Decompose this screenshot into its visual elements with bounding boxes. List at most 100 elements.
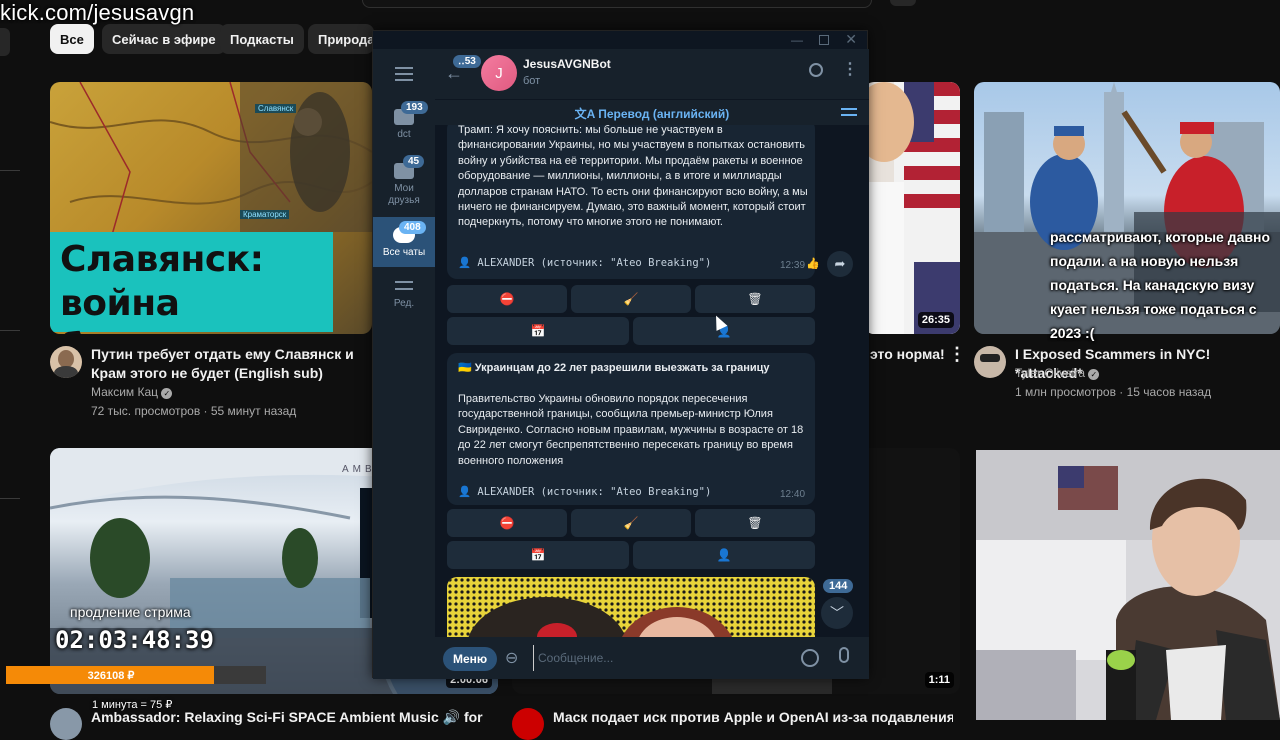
back-unread-badge: ‥53 (453, 55, 481, 68)
chat-avatar[interactable]: J (481, 55, 517, 91)
message-time-1: 12:39 (780, 260, 806, 271)
folder-sidebar: 193 dct 45 Мои друзья 408 Все чаты Ред. (373, 49, 435, 679)
inline-button-calendar[interactable]: 📅 (447, 541, 629, 569)
search-bar[interactable] (362, 0, 872, 8)
video-title-5[interactable]: Маск подает иск против Apple и OpenAI из… (553, 708, 953, 727)
kick-url-overlay: kick.com/jesusavgn (0, 0, 195, 25)
folder-all-chats[interactable]: 408 Все чаты (373, 217, 435, 267)
video-thumbnail-2[interactable]: 26:35 (864, 82, 960, 334)
message-text-2: Правительство Украины обновило порядок п… (458, 393, 804, 467)
message-bubble-1[interactable]: Трамп: Я хочу пояснить: мы больше не уча… (447, 125, 820, 279)
reaction-icon[interactable]: 👍 (806, 257, 820, 270)
minimize-icon[interactable]: — (791, 33, 803, 47)
inline-button-user[interactable]: 👤 (633, 541, 815, 569)
verified-icon: ✓ (161, 388, 173, 399)
chat-header: ← ‥53 J JesusAVGNBot бот ⋮ (435, 49, 869, 99)
bot-menu-button[interactable]: Меню (443, 647, 498, 671)
telegram-window: — ✕ 193 dct 45 Мои друзья 408 Все чаты Р… (372, 30, 869, 679)
video-title-1[interactable]: Путин требует отдать ему Славянск и Крам… (91, 345, 373, 383)
timer-label: продление стрима (70, 604, 191, 620)
chip-podcasts[interactable]: Подкасты (220, 24, 304, 54)
donation-total: 326108 ₽ (87, 669, 135, 682)
window-titlebar: — ✕ (373, 31, 867, 49)
folder-my-friends[interactable]: 45 Мои друзья (373, 155, 435, 213)
folder-badge: 45 (403, 155, 425, 168)
inline-button-delete[interactable]: 🗑 (695, 285, 815, 313)
translation-settings-icon[interactable] (841, 108, 857, 116)
flag-illustration (864, 82, 960, 334)
translate-icon: 文A (574, 107, 599, 121)
message-signature-2: 👤 ALEXANDER (источник: "Ateo Breaking") (458, 486, 712, 498)
video-title-2[interactable]: это норма! (870, 345, 945, 364)
folder-dct[interactable]: 193 dct (373, 101, 435, 151)
thumbnail-headline: Славянск: война близко (60, 239, 264, 334)
map-label-slavyansk: Славянск (255, 104, 297, 113)
message-input[interactable]: Сообщение... (533, 645, 793, 671)
stream-subtitles: рассматривают, которые давно подали. а н… (1050, 229, 1271, 341)
video-meta-3: 1 млн просмотров · 15 часов назад (1015, 385, 1212, 399)
webcam-feed (976, 450, 1280, 720)
edit-sliders-icon (395, 281, 413, 290)
channel-avatar-4[interactable] (50, 708, 82, 740)
forward-icon[interactable]: ➦ (827, 251, 853, 277)
video-duration-2: 26:35 (917, 312, 954, 328)
rail-divider (0, 498, 20, 499)
channel-avatar-tyler[interactable] (974, 346, 1006, 378)
chat-name[interactable]: JesusAVGNBot (523, 57, 611, 71)
donation-rate: 1 минута = 75 ₽ (92, 699, 173, 711)
folder-edit[interactable]: Ред. (373, 275, 435, 321)
channel-avatar-max-katz[interactable] (50, 346, 82, 378)
folder-label: Мои друзья (388, 183, 420, 206)
inline-button-clean[interactable]: 🧹 (571, 509, 691, 537)
attach-icon[interactable]: ⊘ (500, 646, 524, 670)
emoji-icon[interactable] (801, 649, 819, 667)
channel-name-text[interactable]: Максим Кац (91, 385, 158, 399)
image-content (447, 577, 815, 637)
inline-button-block[interactable]: ⛔ (447, 509, 567, 537)
message-input-bar: Меню ⊘ Сообщение... (435, 637, 869, 679)
inline-button-block[interactable]: ⛔ (447, 285, 567, 313)
back-badge-count: 53 (464, 56, 476, 67)
message-bubble-2[interactable]: 🇺🇦 Украинцам до 22 лет разрешили выезжат… (447, 353, 815, 505)
close-icon[interactable]: ✕ (845, 31, 857, 48)
message-time-2: 12:40 (780, 489, 806, 500)
rail-divider (0, 170, 20, 171)
chip-nature[interactable]: Природа (308, 24, 374, 54)
voice-search-button[interactable] (890, 0, 916, 6)
search-icon[interactable] (809, 63, 823, 77)
channel-name-1[interactable]: Максим Кац ✓ (91, 383, 173, 401)
maximize-icon[interactable] (819, 35, 829, 45)
message-headline-2: 🇺🇦 Украинцам до 22 лет разрешили выезжат… (458, 362, 770, 374)
channel-avatar-5[interactable] (512, 708, 544, 740)
chip-all[interactable]: Все (50, 24, 94, 54)
inline-button-calendar[interactable]: 📅 (447, 317, 629, 345)
folder-badge: 408 (399, 221, 426, 234)
more-options-icon[interactable]: ⋮ (948, 344, 966, 365)
more-menu-icon[interactable]: ⋮ (842, 59, 858, 79)
rail-divider (0, 330, 20, 331)
inline-button-clean[interactable]: 🧹 (571, 285, 691, 313)
channel-name-text[interactable]: Tyler Oliveira (1015, 366, 1085, 380)
folder-badge: 193 (401, 101, 428, 114)
chat-messages: Трамп: Я хочу пояснить: мы больше не уча… (435, 125, 869, 637)
chip-live[interactable]: Сейчас в эфире (102, 24, 226, 54)
translation-label: Перевод (английский) (598, 107, 730, 121)
translation-bar[interactable]: 文A Перевод (английский) (435, 99, 869, 125)
video-meta-1: 72 тыс. просмотров · 55 минут назад (91, 404, 297, 418)
thumbnail-title-box: Славянск: война близко (50, 232, 333, 334)
message-text-1: Трамп: Я хочу пояснить: мы больше не уча… (458, 125, 808, 229)
webcam-scene (976, 450, 1280, 720)
hamburger-menu-icon[interactable] (395, 67, 413, 81)
microphone-icon[interactable] (839, 647, 849, 663)
channel-name-3[interactable]: Tyler Oliveira ✓ (1015, 364, 1100, 382)
image-message[interactable] (447, 577, 815, 637)
inline-button-delete[interactable]: 🗑 (695, 509, 815, 537)
folder-label: Ред. (393, 298, 415, 309)
video-duration-5: 1:11 (924, 672, 954, 688)
map-label-kramatorsk: Краматорск (240, 210, 290, 219)
scroll-down-button[interactable]: ﹀ (821, 597, 853, 629)
chat-status: бот (523, 75, 541, 87)
folder-label: Все чаты (382, 247, 426, 258)
rail-chip-partial[interactable] (0, 28, 10, 56)
video-thumbnail-slavyansk[interactable]: Славянск Краматорск Славянск: война близ… (50, 82, 372, 334)
